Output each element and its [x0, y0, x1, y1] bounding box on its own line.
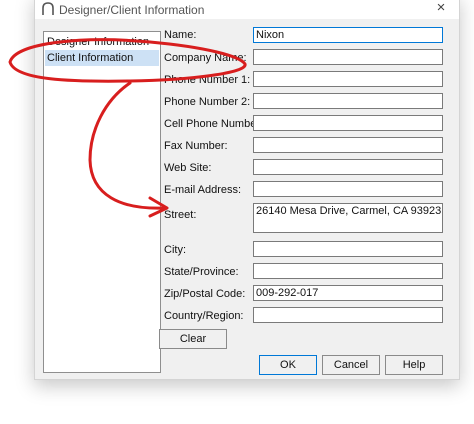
- country-region-label: Country/Region:: [164, 310, 244, 322]
- phone-number-1-field[interactable]: [253, 71, 443, 87]
- name-label: Name:: [164, 29, 197, 41]
- window-title: Designer/Client Information: [59, 3, 205, 17]
- ok-button[interactable]: OK: [259, 355, 317, 375]
- nav-item-client-information[interactable]: Client Information: [45, 50, 159, 66]
- zip-postal-code-label: Zip/Postal Code:: [164, 288, 246, 300]
- cell-phone-field[interactable]: [253, 115, 443, 131]
- country-region-field[interactable]: [253, 307, 443, 323]
- designer-client-dialog: Designer/Client Information × Designer I…: [34, 0, 460, 380]
- city-label: City:: [164, 244, 186, 256]
- web-site-label: Web Site:: [164, 162, 212, 174]
- phone-number-1-label: Phone Number 1:: [164, 74, 251, 86]
- help-button[interactable]: Help: [385, 355, 443, 375]
- cell-phone-label: Cell Phone Number:: [164, 118, 264, 130]
- street-field[interactable]: 26140 Mesa Drive, Carmel, CA 93923: [253, 203, 443, 233]
- state-province-label: State/Province:: [164, 266, 239, 278]
- state-province-field[interactable]: [253, 263, 443, 279]
- category-list: Designer Information Client Information: [43, 31, 161, 373]
- fax-number-label: Fax Number:: [164, 140, 228, 152]
- title-bar: Designer/Client Information ×: [35, 0, 459, 19]
- clear-button[interactable]: Clear: [159, 329, 227, 349]
- web-site-field[interactable]: [253, 159, 443, 175]
- email-address-label: E-mail Address:: [164, 184, 242, 196]
- app-logo-icon: [42, 2, 54, 15]
- email-address-field[interactable]: [253, 181, 443, 197]
- street-label: Street:: [164, 209, 197, 221]
- phone-number-2-label: Phone Number 2:: [164, 96, 251, 108]
- cancel-button[interactable]: Cancel: [322, 355, 380, 375]
- company-name-label: Company Name:: [164, 52, 247, 64]
- fax-number-field[interactable]: [253, 137, 443, 153]
- zip-postal-code-field[interactable]: 009-292-017: [253, 285, 443, 301]
- city-field[interactable]: [253, 241, 443, 257]
- close-button[interactable]: ×: [431, 0, 451, 17]
- phone-number-2-field[interactable]: [253, 93, 443, 109]
- nav-item-designer-information[interactable]: Designer Information: [45, 34, 159, 50]
- name-field[interactable]: Nixon: [253, 27, 443, 43]
- company-name-field[interactable]: [253, 49, 443, 65]
